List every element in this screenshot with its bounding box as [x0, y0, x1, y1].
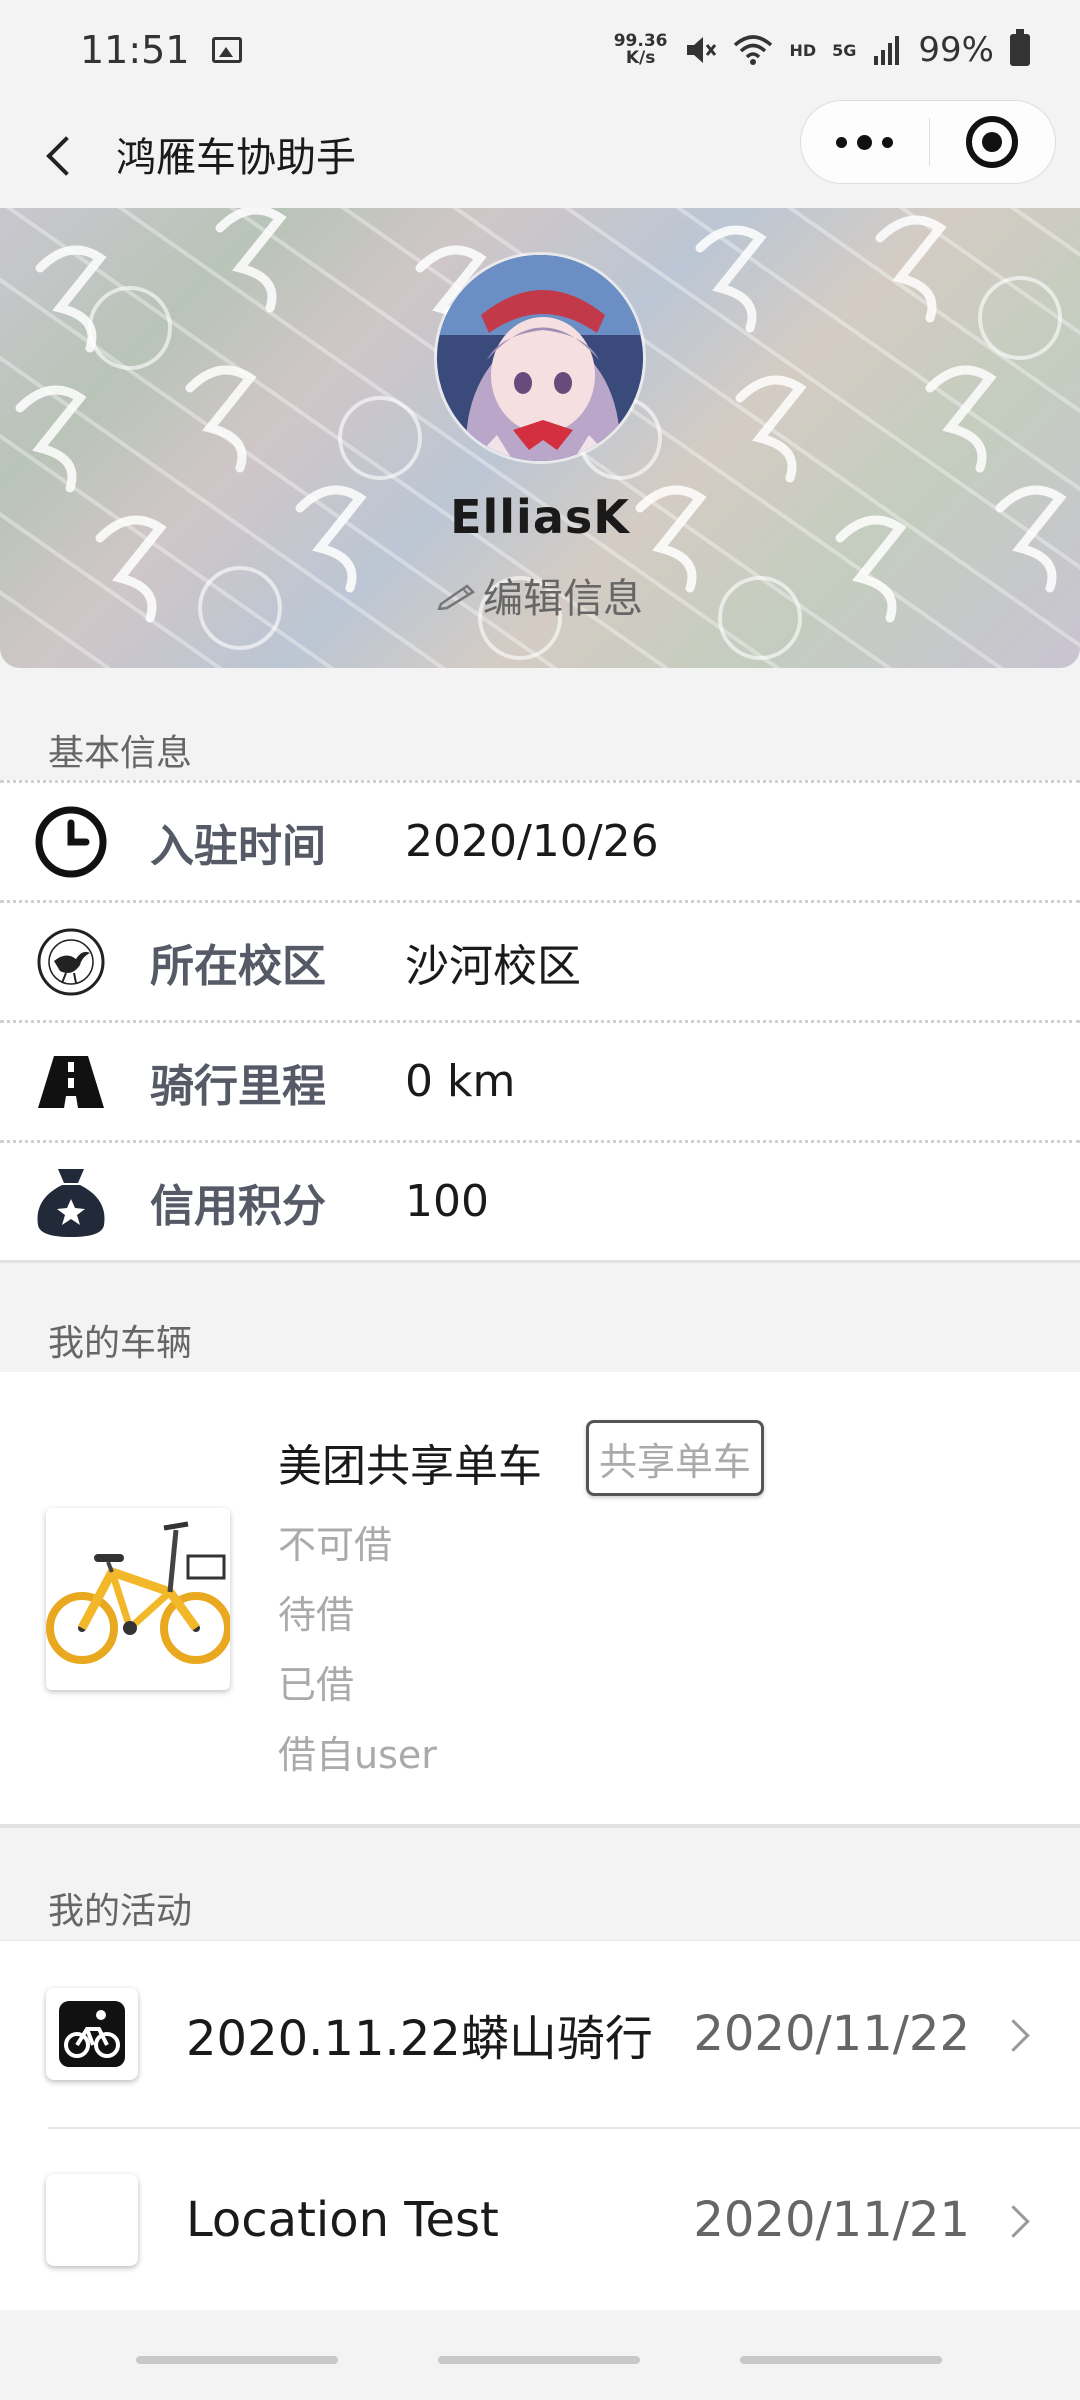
vehicle-card[interactable]: 美团共享单车 共享单车 不可借 待借 已借 借自user: [0, 1372, 1080, 1828]
vehicle-status-borrowed-from: 借自user: [278, 1733, 437, 1777]
info-value: 2020/10/26: [405, 816, 659, 867]
activity-title: 2020.11.22蟒山骑行: [186, 2011, 653, 2067]
net-speed-unit: K/s: [625, 48, 656, 68]
miniapp-capsule: [800, 100, 1056, 184]
avatar[interactable]: [434, 252, 646, 464]
status-bar: 11:51 99.36 K/s HD 5G 99%: [0, 0, 1080, 100]
net-speed: 99.36 K/s: [614, 33, 668, 67]
avatar-image: [437, 255, 643, 461]
clock-icon: [34, 805, 108, 879]
profile-banner: ElliasK 编辑信息: [0, 208, 1080, 668]
system-nav-bar: [0, 2310, 1080, 2400]
vehicle-status-pending: 待借: [278, 1593, 355, 1637]
info-label: 所在校区: [150, 940, 326, 992]
status-icons: 99.36 K/s HD 5G 99%: [614, 29, 1030, 70]
activity-thumbnail: [46, 2174, 138, 2266]
nav-bar: 鸿雁车协助手: [0, 100, 1080, 208]
info-value: 沙河校区: [405, 940, 581, 992]
basic-info-list: 入驻时间 2020/10/26 所在校区 沙河校区 骑行里程 0 km 信用积分…: [0, 780, 1080, 1263]
info-row-join-date: 入驻时间 2020/10/26: [0, 783, 1080, 903]
cycling-icon: [59, 2001, 125, 2067]
info-label: 入驻时间: [150, 820, 326, 872]
more-menu-button[interactable]: [801, 100, 929, 184]
vehicle-status-unavailable: 不可借: [278, 1523, 393, 1567]
road-icon: [34, 1045, 108, 1119]
info-value: 100: [405, 1176, 489, 1227]
back-arrow-icon[interactable]: [30, 124, 90, 184]
username: ElliasK: [450, 490, 630, 544]
section-title-my-activities: 我的活动: [48, 1891, 193, 1932]
nav-handle[interactable]: [438, 2356, 640, 2364]
mute-icon: [687, 37, 717, 63]
chevron-right-icon: [996, 2014, 1036, 2054]
activity-date: 2020/11/22: [693, 2006, 970, 2062]
wifi-icon: [734, 35, 773, 65]
target-icon: [966, 116, 1019, 168]
school-emblem-icon: [34, 925, 108, 999]
activity-thumbnail: [46, 1988, 138, 2080]
money-bag-star-icon: [34, 1165, 108, 1239]
close-miniapp-button[interactable]: [930, 100, 1056, 184]
info-label: 信用积分: [150, 1180, 326, 1232]
activity-item[interactable]: 2020.11.22蟒山骑行 2020/11/22: [0, 1941, 1080, 2127]
pencil-icon: [437, 584, 476, 610]
activity-item[interactable]: Location Test 2020/11/21: [0, 2127, 1080, 2313]
battery-percent: 99%: [918, 30, 994, 70]
chevron-right-icon: [996, 2200, 1036, 2240]
edit-info-button[interactable]: 编辑信息: [0, 566, 1080, 624]
info-label: 骑行里程: [150, 1060, 326, 1112]
info-row-credit: 信用积分 100: [0, 1143, 1080, 1263]
info-row-mileage: 骑行里程 0 km: [0, 1023, 1080, 1143]
signal-icon: [874, 36, 900, 65]
activity-list: 2020.11.22蟒山骑行 2020/11/22 Location Test …: [0, 1940, 1080, 2313]
more-dot-icon: [882, 136, 894, 148]
image-notification-icon: [211, 37, 242, 63]
vehicle-name: 美团共享单车: [278, 1441, 542, 1492]
vehicle-status-borrowed: 已借: [278, 1663, 355, 1707]
info-value: 0 km: [405, 1056, 516, 1107]
bicycle-image: [46, 1508, 230, 1690]
activity-title: Location Test: [186, 2192, 499, 2248]
nav-handle[interactable]: [136, 2356, 338, 2364]
info-row-campus: 所在校区 沙河校区: [0, 903, 1080, 1023]
battery-icon: [1010, 29, 1030, 66]
page-title: 鸿雁车协助手: [116, 135, 356, 181]
vehicle-type-tag: 共享单车: [586, 1420, 764, 1496]
section-title-my-vehicles: 我的车辆: [48, 1323, 193, 1364]
status-time-group: 11:51: [80, 28, 242, 72]
activity-date: 2020/11/21: [693, 2192, 970, 2248]
network-type: 5G: [832, 40, 857, 60]
hd-indicator: HD: [789, 40, 817, 60]
edit-info-label: 编辑信息: [483, 576, 643, 622]
nav-handle[interactable]: [740, 2356, 942, 2364]
status-time: 11:51: [80, 28, 190, 72]
section-title-basic-info: 基本信息: [48, 733, 193, 774]
more-dot-icon: [857, 134, 873, 150]
bike-thumbnail: [46, 1508, 230, 1690]
more-dot-icon: [836, 136, 848, 148]
